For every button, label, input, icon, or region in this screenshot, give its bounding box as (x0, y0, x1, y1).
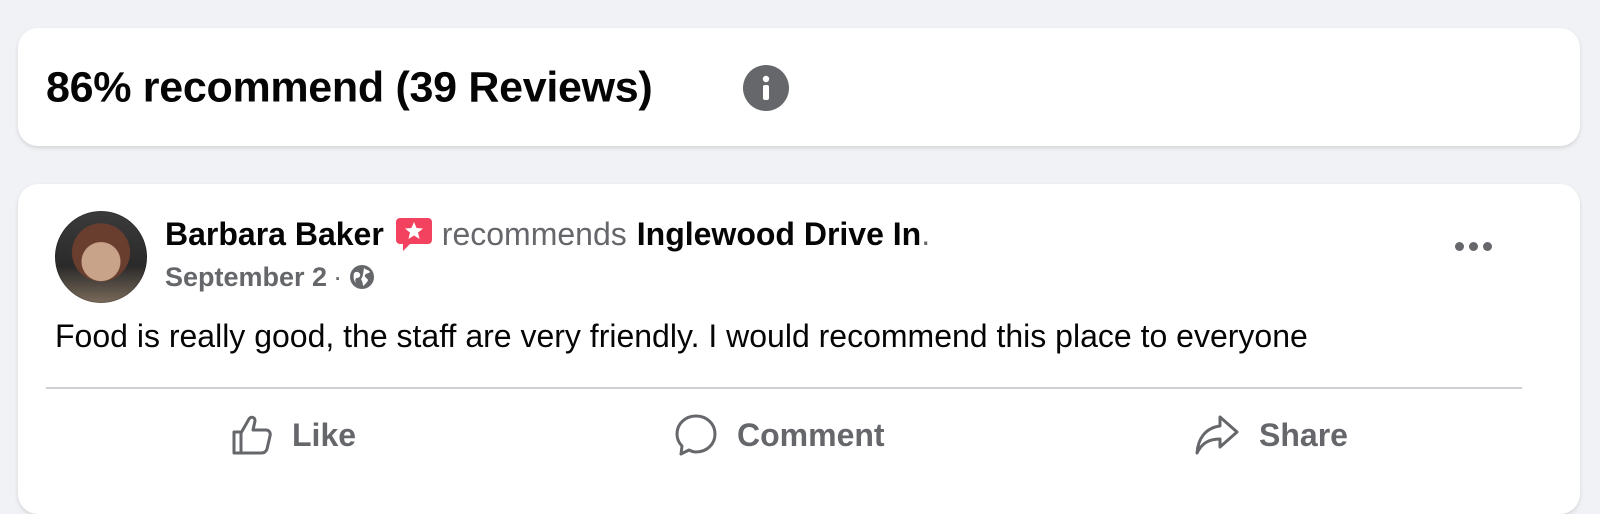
recommends-label: recommends (441, 215, 627, 252)
comment-button[interactable]: Comment (673, 408, 885, 462)
divider (46, 387, 1522, 389)
share-label: Share (1259, 416, 1348, 453)
author-name[interactable]: Barbara Baker (165, 216, 384, 253)
review-meta: September 2 · (165, 260, 376, 294)
like-button[interactable]: Like (230, 408, 356, 462)
comment-label: Comment (737, 416, 885, 453)
more-options-icon[interactable] (1448, 226, 1498, 266)
share-icon (1195, 415, 1239, 455)
meta-separator: · (333, 261, 343, 292)
review-text: Food is really good, the staff are very … (55, 318, 1308, 354)
like-label: Like (292, 416, 357, 453)
recommend-badge-icon (394, 214, 434, 254)
globe-icon (348, 263, 376, 291)
share-button[interactable]: Share (1193, 408, 1348, 462)
recommendation-summary-title: 86% recommend (39 Reviews) (46, 63, 653, 112)
thumbs-up-icon (232, 415, 272, 455)
page-name-link[interactable]: Inglewood Drive In (637, 216, 921, 253)
review-card: Barbara Baker recommends Inglewood Drive… (18, 184, 1580, 514)
comment-icon (675, 414, 717, 456)
period: . (921, 215, 931, 252)
review-date[interactable]: September 2 (165, 262, 327, 293)
review-header: Barbara Baker recommends Inglewood Drive… (165, 214, 930, 254)
info-icon[interactable] (743, 65, 789, 111)
avatar[interactable] (55, 211, 147, 303)
recommendation-summary-card: 86% recommend (39 Reviews) (18, 28, 1580, 146)
